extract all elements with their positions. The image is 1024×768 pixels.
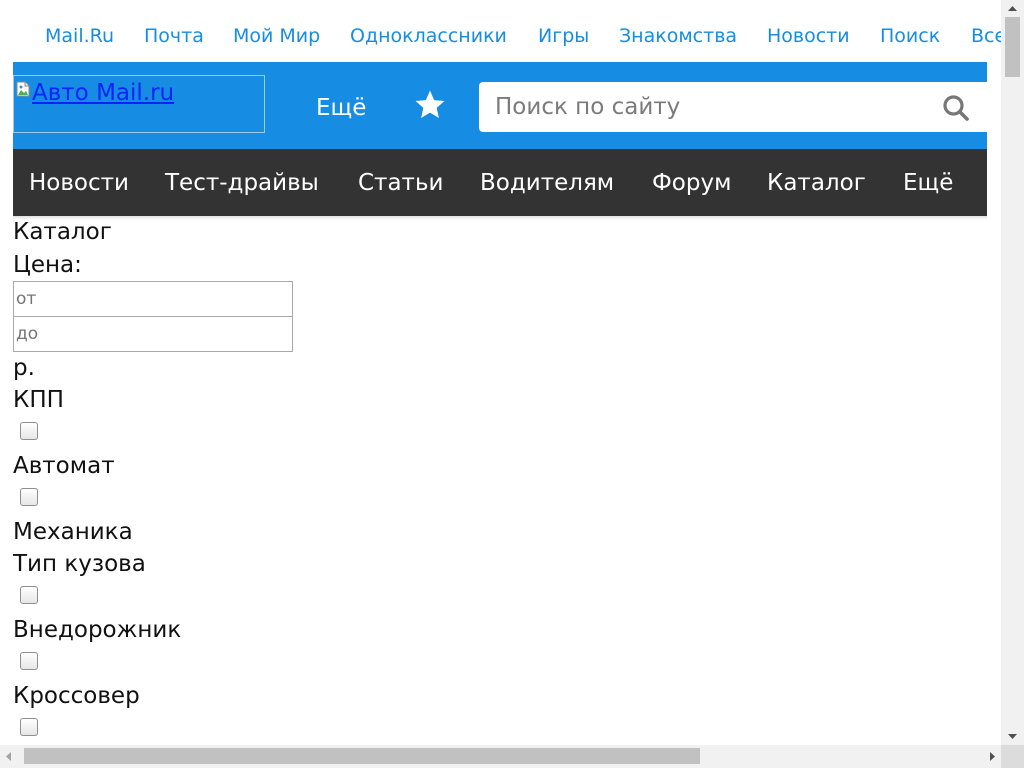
site-header: Авто Mail.ru Ещё (13, 62, 987, 149)
nav-item-articles[interactable]: Статьи (358, 168, 443, 198)
nav-item-more[interactable]: Ещё (903, 168, 953, 198)
price-from-input[interactable] (13, 281, 293, 317)
search-input[interactable] (479, 82, 919, 132)
body-type-crossover-label: Кроссовер (13, 683, 140, 709)
transmission-label: КПП (13, 387, 64, 413)
body-type-suv-label: Внедорожник (13, 617, 182, 643)
horizontal-scrollbar[interactable] (0, 745, 1001, 768)
portal-link-dating[interactable]: Знакомства (619, 24, 737, 48)
body-type-next-checkbox[interactable] (20, 718, 38, 736)
catalog-title: Каталог (13, 219, 112, 245)
portal-link-my-world[interactable]: Мой Мир (233, 24, 320, 48)
price-label: Цена: (13, 252, 82, 278)
portal-link-odnoklassniki[interactable]: Одноклассники (350, 24, 507, 48)
scroll-left-arrow-icon[interactable] (0, 745, 17, 768)
scroll-down-arrow-icon[interactable] (1001, 728, 1024, 745)
search-box (479, 82, 987, 132)
portal-menu: Mail.Ru Почта Мой Мир Одноклассники Игры… (0, 0, 1001, 62)
nav-shadow (13, 216, 987, 220)
transmission-manual-checkbox[interactable] (20, 488, 38, 506)
magnifier-icon[interactable] (941, 93, 971, 123)
nav-item-forum[interactable]: Форум (652, 168, 731, 198)
transmission-automatic-label: Автомат (13, 453, 115, 479)
portal-link-all[interactable]: Все (971, 24, 1001, 48)
nav-item-news[interactable]: Новости (29, 168, 129, 198)
portal-link-mail[interactable]: Почта (144, 24, 204, 48)
nav-item-drivers[interactable]: Водителям (480, 168, 614, 198)
vertical-scrollbar[interactable] (1001, 0, 1024, 745)
header-more-button[interactable]: Ещё (316, 93, 366, 123)
vertical-scrollbar-thumb[interactable] (1005, 17, 1020, 77)
transmission-automatic-checkbox[interactable] (20, 422, 38, 440)
transmission-manual-label: Механика (13, 519, 133, 545)
main-nav: Новости Тест-драйвы Статьи Водителям Фор… (13, 149, 987, 216)
price-to-input[interactable] (13, 316, 293, 352)
nav-item-test-drives[interactable]: Тест-драйвы (165, 168, 319, 198)
scroll-right-arrow-icon[interactable] (984, 745, 1001, 768)
portal-link-news[interactable]: Новости (767, 24, 850, 48)
body-type-label: Тип кузова (13, 551, 146, 577)
site-logo-link[interactable]: Авто Mail.ru (13, 75, 265, 133)
star-icon[interactable] (413, 88, 447, 122)
price-currency: р. (13, 355, 35, 381)
site-logo-alt-text: Авто Mail.ru (32, 80, 175, 106)
body-type-suv-checkbox[interactable] (20, 586, 38, 604)
scrollbar-corner (1001, 745, 1024, 768)
page-viewport: Mail.Ru Почта Мой Мир Одноклассники Игры… (0, 0, 1001, 745)
portal-link-mailru[interactable]: Mail.Ru (45, 24, 114, 48)
body-type-crossover-checkbox[interactable] (20, 652, 38, 670)
scroll-up-arrow-icon[interactable] (1001, 0, 1024, 17)
portal-link-search[interactable]: Поиск (880, 24, 940, 48)
horizontal-scrollbar-thumb[interactable] (24, 748, 700, 764)
portal-link-games[interactable]: Игры (538, 24, 589, 48)
nav-item-catalog[interactable]: Каталог (767, 168, 866, 198)
broken-image-icon (16, 81, 30, 97)
